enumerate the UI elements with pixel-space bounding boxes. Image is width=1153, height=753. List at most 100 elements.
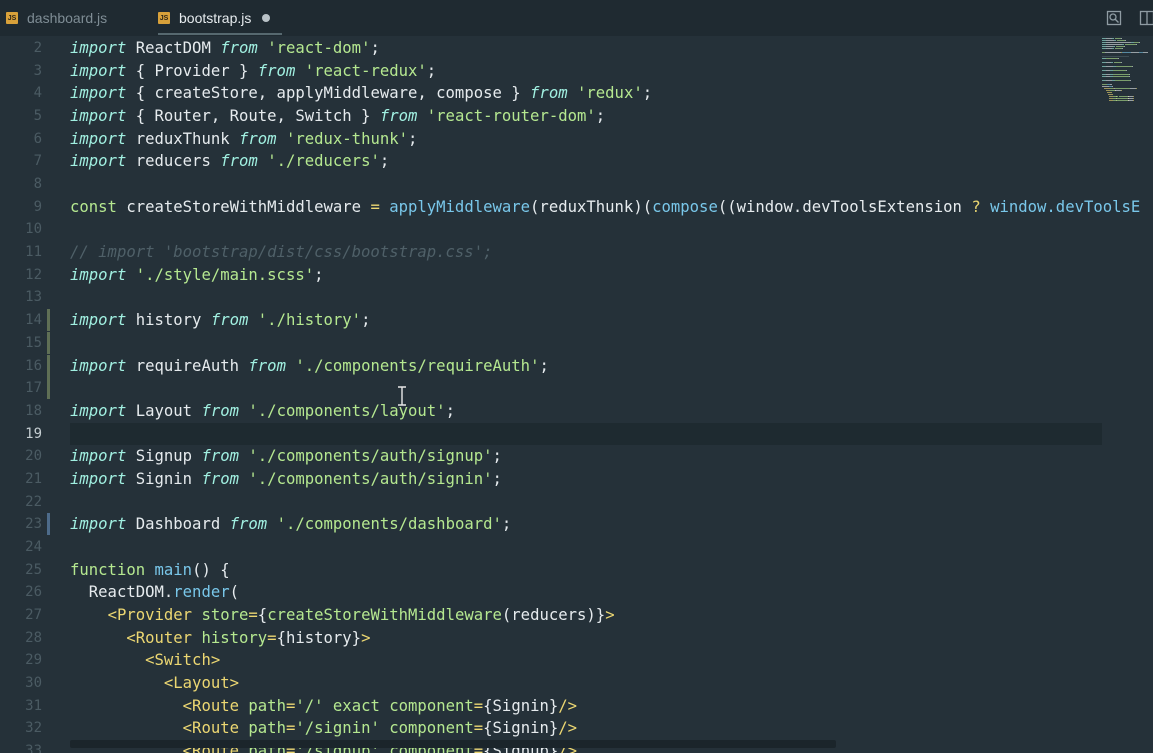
code-token: import [70, 311, 127, 330]
code-line[interactable]: 4 import { createStore, applyMiddleware, … [0, 82, 1153, 105]
code-line[interactable]: 30 <Layout> [0, 672, 1153, 695]
code-token: import [70, 84, 127, 103]
code-token: // import 'bootstrap/dist/css/bootstrap.… [70, 243, 493, 262]
minimap-token [1105, 40, 1114, 41]
minimap-token [1109, 100, 1113, 101]
minimap-token [1122, 52, 1132, 53]
code-token: './style/main.scss' [135, 265, 315, 284]
code-token: ; [379, 152, 390, 171]
minimap-token [1135, 44, 1137, 45]
code-token: <Provider [107, 606, 193, 624]
code-line[interactable]: 3 import { Provider } from 'react-redux'; [0, 60, 1153, 83]
code-line[interactable]: 17 [0, 377, 1153, 400]
code-token: ; [595, 107, 606, 126]
minimap-token [1129, 88, 1137, 89]
line-number: 7 [33, 153, 42, 170]
minimap[interactable] [1100, 36, 1148, 106]
line-number: 3 [33, 62, 42, 79]
code-token: import [70, 61, 127, 80]
code-token: './reducers' [267, 152, 380, 171]
code-token: > [361, 628, 371, 647]
line-number: 6 [33, 130, 42, 147]
tab-label: dashboard.js [27, 10, 108, 26]
line-number: 13 [25, 289, 42, 306]
code-token: path [248, 719, 286, 738]
minimap-token [1118, 96, 1122, 97]
code-line[interactable]: 21 import Signin from './components/auth/… [0, 468, 1153, 491]
code-line[interactable]: 31 <Route path='/' exact component={Sign… [0, 695, 1153, 718]
code-line[interactable]: 24 [0, 536, 1153, 559]
tab-dashboard-js[interactable]: JS dashboard.js [6, 0, 107, 36]
minimap-token [1105, 44, 1122, 45]
code-token: requireAuth [126, 356, 249, 375]
code-line[interactable]: 22 [0, 491, 1153, 514]
code-line[interactable]: 9 const createStoreWithMiddleware = apply… [0, 196, 1153, 219]
code-line[interactable]: 28 <Router history={history}> [0, 627, 1153, 650]
split-editor-icon[interactable] [1139, 10, 1153, 26]
code-token: window.devToolsE [990, 197, 1141, 216]
code-token: 'react-router-dom' [426, 107, 596, 126]
preview-icon[interactable] [1106, 10, 1122, 26]
code-token: createStoreWithMiddleware [267, 606, 502, 624]
code-line[interactable]: 7 import reducers from './reducers'; [0, 150, 1153, 173]
line-number: 17 [25, 380, 42, 397]
horizontal-scrollbar[interactable] [70, 740, 836, 748]
code-line[interactable]: 19 [0, 422, 1153, 446]
code-token: = [248, 606, 258, 624]
line-number: 15 [25, 334, 42, 351]
code-line[interactable]: 27 <Provider store={createStoreWithMiddl… [0, 604, 1153, 627]
code-line[interactable]: 18 import Layout from './components/layou… [0, 400, 1153, 423]
code-line[interactable]: 14 import history from './history'; [0, 309, 1153, 332]
code-token: = [473, 696, 484, 715]
code-line[interactable]: 13 [0, 286, 1153, 309]
code-line[interactable]: 2 import ReactDOM from 'react-dom'; [0, 37, 1153, 60]
line-number: 25 [25, 561, 42, 578]
code-line[interactable]: 5 import { Router, Route, Switch } from '… [0, 105, 1153, 128]
code-line[interactable]: 20 import Signup from './components/auth/… [0, 445, 1153, 468]
code-token: > [605, 606, 615, 624]
code-token: { createStore, applyMiddleware, compose … [126, 84, 531, 103]
code-token: exact [332, 696, 380, 715]
code-editor[interactable]: 2 import ReactDOM from 'react-dom'; 3 impor… [0, 36, 1153, 753]
code-line[interactable]: 11 // import 'bootstrap/dist/css/bootstra… [0, 241, 1153, 264]
line-number: 33 [25, 743, 42, 753]
code-line[interactable]: 8 [0, 173, 1153, 196]
code-line[interactable]: 15 [0, 331, 1153, 355]
minimap-token [1114, 38, 1122, 39]
code-token: component [389, 696, 474, 715]
minimap-token [1121, 38, 1122, 39]
code-line[interactable]: 23 import Dashboard from './components/da… [0, 513, 1153, 536]
code-text: <Router history={history}> [70, 627, 370, 649]
code-token: compose [652, 197, 718, 216]
minimap-token [1129, 74, 1130, 75]
code-line[interactable]: 32 <Route path='/signin' component={Sign… [0, 717, 1153, 740]
code-token: './history' [257, 311, 362, 330]
line-number: 22 [25, 493, 42, 510]
code-line[interactable]: 25 function main() { [0, 559, 1153, 582]
code-token: 'redux-thunk' [285, 129, 409, 148]
code-token: ; [642, 84, 653, 103]
code-line[interactable]: 16 import requireAuth from './components/… [0, 354, 1153, 378]
minimap-token [1114, 88, 1130, 89]
code-line[interactable]: 29 <Switch> [0, 649, 1153, 672]
code-token: ; [370, 39, 380, 57]
code-token: { Router, Route, Switch } [126, 107, 380, 126]
code-line[interactable]: 6 import reduxThunk from 'redux-thunk'; [0, 128, 1153, 151]
code-line[interactable]: 10 [0, 218, 1153, 241]
code-token: '/signin' [295, 719, 380, 738]
code-token: './components/auth/signin' [248, 469, 493, 488]
code-token: import [70, 356, 127, 375]
minimap-token [1113, 70, 1126, 71]
code-text: <Route path='/' exact component={Signin}… [70, 695, 577, 717]
code-line[interactable]: 26 ReactDOM.render( [0, 581, 1153, 604]
line-number: 20 [25, 448, 42, 465]
code-line[interactable]: 12 import './style/main.scss'; [0, 264, 1153, 287]
tab-bootstrap-js[interactable]: JS bootstrap.js [158, 0, 283, 36]
code-text: import './style/main.scss'; [70, 264, 324, 286]
